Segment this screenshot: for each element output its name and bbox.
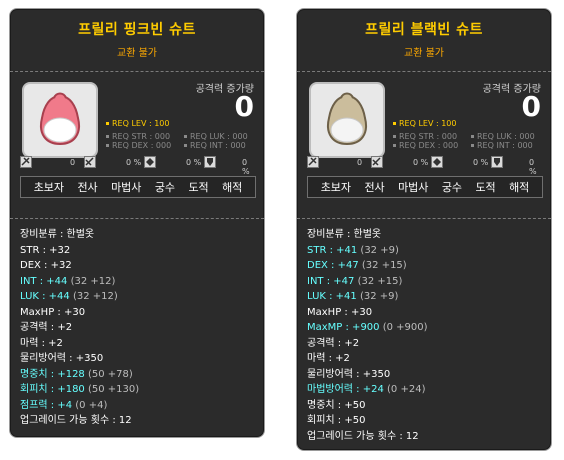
stat-physical-defense: 물리방어력 : +350 [307, 368, 391, 380]
hit-icon [20, 156, 32, 168]
job-magician: 마법사 [111, 181, 142, 194]
pink-suit-icon [40, 92, 80, 146]
stat-list: 장비분류 : 한벌옷 STR : +32 DEX : +32 INT : +44… [10, 219, 264, 429]
stat-maxhp: MaxHP : +30 [307, 306, 373, 318]
stat-jump: 점프력 : +4 (0 +4) [20, 399, 108, 411]
tooltip-info: 공격력 증가량 0 REQ LEV : 100 REQ STR : 000 RE… [297, 72, 551, 219]
stat-maxhp: MaxHP : +30 [20, 306, 86, 318]
enhancement-row: 0 0 % 0 % 0 % [20, 156, 256, 176]
job-list: 초보자 전사 마법사 궁수 도적 해적 [307, 176, 543, 198]
stat-accuracy: 명중치 : +50 [307, 399, 366, 411]
stat-int: INT : +44 (32 +12) [20, 275, 116, 287]
stat-magic: 마력 : +2 [20, 337, 63, 349]
req-level: REQ LEV : 100 [393, 119, 457, 128]
stat-accuracy: 명중치 : +128 (50 +78) [20, 368, 133, 380]
trade-status: 교환 불가 [404, 48, 444, 59]
item-tooltip-pinkbean: 프릴리 핑크빈 슈트 교환 불가 공격력 증가량 0 REQ LEV : 100… [9, 8, 265, 438]
stat-int: INT : +47 (32 +15) [307, 275, 403, 287]
attack-increase-value: 0 [234, 90, 254, 123]
req-luk: REQ LUK : 000 [471, 132, 535, 141]
stat-list: 장비분류 : 한벌옷 STR : +41 (32 +9) DEX : +47 (… [297, 219, 551, 444]
req-int: REQ INT : 000 [184, 141, 246, 150]
stat-upgrade-slots: 업그레이드 가능 횟수 : 12 [20, 415, 132, 426]
job-warrior: 전사 [364, 181, 385, 194]
stat-str: STR : +32 [20, 244, 71, 256]
stat-physical-defense: 물리방어력 : +350 [20, 353, 104, 364]
job-list: 초보자 전사 마법사 궁수 도적 해적 [20, 176, 256, 198]
job-pirate: 해적 [222, 181, 243, 194]
item-image [22, 82, 98, 158]
tooltip-header: 프릴리 핑크빈 슈트 교환 불가 [10, 9, 264, 72]
tooltip-info: 공격력 증가량 0 REQ LEV : 100 REQ STR : 000 RE… [10, 72, 264, 219]
stat-luk: LUK : +44 (32 +12) [20, 291, 118, 302]
speed-icon [84, 156, 96, 168]
stat-category: 장비분류 : 한벌옷 [307, 229, 382, 240]
item-title: 프릴리 핑크빈 슈트 [78, 22, 196, 38]
req-level: REQ LEV : 100 [106, 119, 170, 128]
req-luk: REQ LUK : 000 [184, 132, 248, 141]
hit-icon [307, 156, 319, 168]
stat-str: STR : +41 (32 +9) [307, 244, 399, 256]
attack-increase-value: 0 [521, 90, 541, 123]
defense-icon [144, 156, 156, 168]
black-suit-icon [327, 92, 367, 146]
job-archer: 궁수 [154, 181, 176, 194]
stat-magic-defense: 마법방어력 : +24 (0 +24) [307, 384, 426, 395]
item-image [309, 82, 385, 158]
job-thief: 도적 [475, 181, 496, 194]
stat-luk: LUK : +41 (32 +9) [307, 291, 399, 302]
shield-icon [204, 156, 216, 168]
job-beginner: 초보자 [320, 181, 352, 194]
job-warrior: 전사 [77, 181, 98, 194]
stat-avoidability: 회피치 : +180 (50 +130) [20, 384, 140, 395]
req-str: REQ STR : 000 [106, 132, 170, 141]
stat-attack: 공격력 : +2 [20, 322, 73, 333]
item-title: 프릴리 블랙빈 슈트 [365, 22, 483, 38]
req-str: REQ STR : 000 [393, 132, 457, 141]
tooltip-header: 프릴리 블랙빈 슈트 교환 불가 [297, 9, 551, 72]
trade-status: 교환 불가 [117, 48, 157, 59]
job-magician: 마법사 [398, 181, 429, 194]
item-tooltip-blackbean: 프릴리 블랙빈 슈트 교환 불가 공격력 증가량 0 REQ LEV : 100… [296, 8, 552, 451]
stat-category: 장비분류 : 한벌옷 [20, 229, 95, 240]
speed-icon [371, 156, 383, 168]
job-thief: 도적 [188, 181, 209, 194]
req-dex: REQ DEX : 000 [106, 141, 171, 150]
stat-upgrade-slots: 업그레이드 가능 횟수 : 12 [307, 430, 419, 442]
stat-dex: DEX : +32 [20, 260, 72, 271]
stat-avoidability: 회피치 : +50 [307, 415, 366, 426]
stat-attack: 공격력 : +2 [307, 337, 360, 349]
defense-icon [431, 156, 443, 168]
stat-magic: 마력 : +2 [307, 353, 350, 364]
job-pirate: 해적 [509, 181, 530, 194]
stat-maxmp: MaxMP : +900 (0 +900) [307, 322, 428, 333]
shield-icon [491, 156, 503, 168]
stat-dex: DEX : +47 (32 +15) [307, 260, 407, 271]
job-archer: 궁수 [441, 181, 463, 194]
req-dex: REQ DEX : 000 [393, 141, 458, 150]
enhancement-row: 0 0 % 0 % 0 % [307, 156, 543, 176]
req-int: REQ INT : 000 [471, 141, 533, 150]
job-beginner: 초보자 [33, 181, 65, 194]
